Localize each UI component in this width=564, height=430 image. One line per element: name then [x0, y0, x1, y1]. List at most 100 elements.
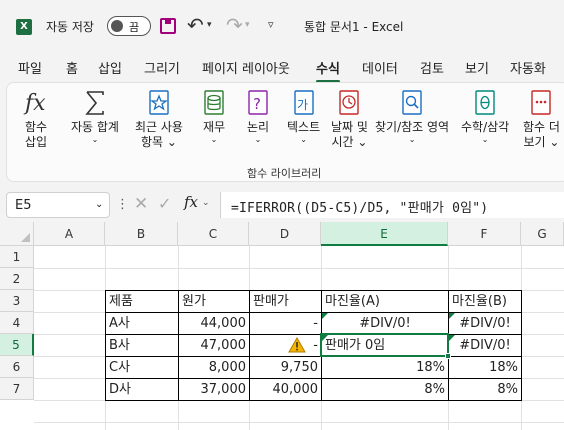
tab-draw[interactable]: 그리기 — [144, 58, 180, 77]
tab-automate[interactable]: 자동화 — [510, 58, 546, 77]
insert-function-fx-icon[interactable]: fx — [184, 193, 198, 211]
select-all-button[interactable] — [0, 222, 34, 246]
date-time-label-2: 시간 ⌄ — [331, 135, 368, 149]
column-header-c[interactable]: C — [178, 222, 249, 246]
name-box-value: E5 — [15, 198, 32, 213]
cell-c6[interactable]: 8,000 — [179, 357, 249, 379]
error-indicator-icon — [322, 313, 328, 319]
autosum-button[interactable]: 자동 합계 ⌄ — [71, 89, 119, 145]
cancel-icon[interactable]: ✕ — [134, 194, 148, 214]
cell-f7[interactable]: 8% — [449, 379, 521, 401]
row-header-3[interactable]: 3 — [0, 290, 34, 312]
cell-f5[interactable]: #DIV/0! — [449, 335, 521, 357]
cell-e4[interactable]: #DIV/0! — [322, 313, 448, 335]
autosave-toggle[interactable]: 끔 — [107, 16, 151, 36]
row-header-1[interactable]: 1 — [0, 246, 34, 268]
column-header-e[interactable]: E — [321, 222, 448, 246]
chevron-down-icon[interactable]: ⌄ — [202, 198, 210, 208]
row-header-2[interactable]: 2 — [0, 268, 34, 290]
cell-e5[interactable]: 판매가 0임 — [322, 335, 388, 357]
finance-book-icon — [204, 90, 224, 115]
tab-review[interactable]: 검토 — [420, 58, 444, 77]
row-header-6[interactable]: 6 — [0, 356, 34, 378]
insert-function-label-1: 함수 — [24, 120, 48, 134]
tab-insert[interactable]: 삽입 — [98, 58, 122, 77]
math-trig-button[interactable]: 수학/삼각 ⌄ — [461, 89, 509, 145]
undo-dropdown-icon[interactable]: ▾ — [207, 20, 212, 30]
date-time-button[interactable]: 날짜 및 시간 ⌄ — [331, 89, 368, 150]
document-title: 통합 문서1 - Excel — [304, 20, 404, 34]
logical-arrow: ⌄ — [254, 135, 262, 144]
row-header-5[interactable]: 5 — [0, 334, 34, 356]
cell-b7[interactable]: D사 — [106, 379, 134, 401]
cell-f4[interactable]: #DIV/0! — [449, 313, 521, 335]
formula-input[interactable]: =IFERROR((D5-C5)/D5, "판매가 0임") — [220, 192, 564, 218]
cell-d4[interactable]: - — [250, 313, 321, 335]
svg-text:가: 가 — [297, 98, 308, 112]
tab-formulas[interactable]: 수식 — [316, 58, 340, 83]
cell-e3[interactable]: 마진율(A) — [322, 291, 383, 313]
error-indicator-icon — [449, 313, 455, 319]
column-header-g[interactable]: G — [521, 222, 564, 246]
toggle-knob — [111, 20, 123, 32]
logical-label: 논리 — [246, 120, 270, 134]
row-header-7[interactable]: 7 — [0, 378, 34, 400]
worksheet-grid[interactable]: A B C D E F G 1 2 3 4 5 6 7 제품 원가 판매가 마진… — [0, 222, 564, 430]
cell-c4[interactable]: 44,000 — [179, 313, 249, 335]
cell-c7[interactable]: 37,000 — [179, 379, 249, 401]
undo-icon[interactable]: ↶ — [187, 13, 204, 37]
cell-b4[interactable]: A사 — [106, 313, 133, 335]
insert-function-button[interactable]: fx 함수 삽입 — [23, 89, 49, 150]
cell-f6[interactable]: 18% — [449, 357, 521, 379]
cell-f3[interactable]: 마진율(B) — [449, 291, 510, 313]
name-box[interactable]: E5 ⌄ — [6, 192, 110, 218]
text-book-icon: 가 — [293, 90, 314, 115]
cell-e6[interactable]: 18% — [322, 357, 448, 379]
lookup-reference-button[interactable]: 찾기/참조 영역 ⌄ — [375, 89, 449, 145]
cell-b3[interactable]: 제품 — [106, 291, 136, 313]
cell-e7[interactable]: 8% — [322, 379, 448, 401]
redo-dropdown-icon[interactable]: ▾ — [245, 20, 250, 30]
tab-home[interactable]: 홈 — [66, 58, 78, 77]
cell-d3[interactable]: 판매가 — [250, 291, 292, 313]
column-header-a[interactable]: A — [34, 222, 105, 246]
logical-button[interactable]: ? 논리 ⌄ — [245, 89, 271, 145]
financial-arrow: ⌄ — [210, 135, 218, 144]
tab-view[interactable]: 보기 — [465, 58, 489, 77]
customize-qat-icon[interactable]: ▿ — [268, 18, 274, 31]
cell-d7[interactable]: 40,000 — [250, 379, 321, 401]
tab-page-layout[interactable]: 페이지 레이아웃 — [202, 58, 290, 77]
column-header-f[interactable]: F — [448, 222, 521, 246]
text-functions-button[interactable]: 가 텍스트 ⌄ — [287, 89, 320, 145]
excel-logo-icon: X — [16, 19, 32, 35]
enter-check-icon[interactable]: ✓ — [158, 194, 171, 213]
cell-d5[interactable]: - — [250, 335, 321, 357]
formula-bar-options-icon[interactable]: ⋮ — [116, 197, 129, 212]
cell-c5[interactable]: 47,000 — [179, 335, 249, 357]
column-header-b[interactable]: B — [105, 222, 178, 246]
column-header-d[interactable]: D — [249, 222, 321, 246]
autosum-arrow: ⌄ — [91, 135, 99, 144]
warning-triangle-icon[interactable] — [288, 337, 306, 353]
text-functions-arrow: ⌄ — [300, 135, 307, 144]
cell-d6[interactable]: 9,750 — [250, 357, 321, 379]
ribbon-tabs: 파일 홈 삽입 그리기 페이지 레이아웃 수식 데이터 검토 보기 자동화 — [0, 50, 564, 83]
financial-label: 재무 — [202, 120, 226, 134]
save-icon[interactable] — [160, 18, 176, 34]
more-functions-icon — [531, 90, 552, 115]
formula-bar: E5 ⌄ ⋮ ✕ ✓ fx ⌄ =IFERROR((D5-C5)/D5, "판매… — [0, 188, 564, 222]
financial-button[interactable]: 재무 ⌄ — [201, 89, 227, 145]
gridline — [34, 422, 564, 423]
redo-icon[interactable]: ↷ — [226, 13, 243, 37]
tab-data[interactable]: 데이터 — [362, 58, 398, 77]
cell-b6[interactable]: C사 — [106, 357, 133, 379]
svg-text:?: ? — [253, 95, 261, 113]
more-functions-button[interactable]: 함수 더 보기 ⌄ — [523, 89, 560, 150]
cell-b5[interactable]: B사 — [106, 335, 133, 357]
row-header-4[interactable]: 4 — [0, 312, 34, 334]
chevron-down-icon[interactable]: ⌄ — [95, 199, 103, 210]
tab-file[interactable]: 파일 — [18, 58, 42, 77]
recently-used-button[interactable]: 최근 사용 항목 ⌄ — [135, 89, 183, 150]
text-functions-label: 텍스트 — [287, 120, 321, 134]
cell-c3[interactable]: 원가 — [179, 291, 209, 313]
